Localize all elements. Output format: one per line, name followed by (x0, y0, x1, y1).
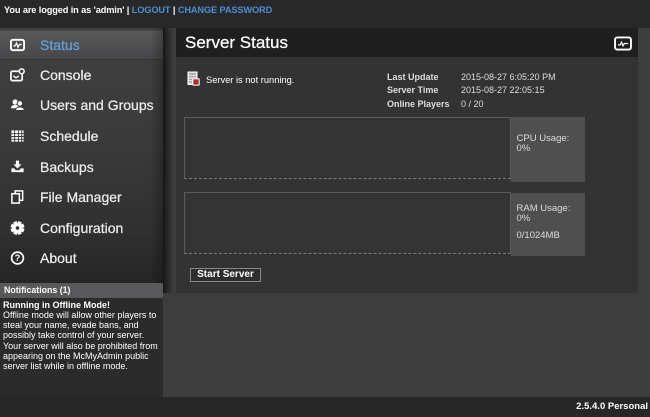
svg-text:?: ? (15, 253, 21, 263)
